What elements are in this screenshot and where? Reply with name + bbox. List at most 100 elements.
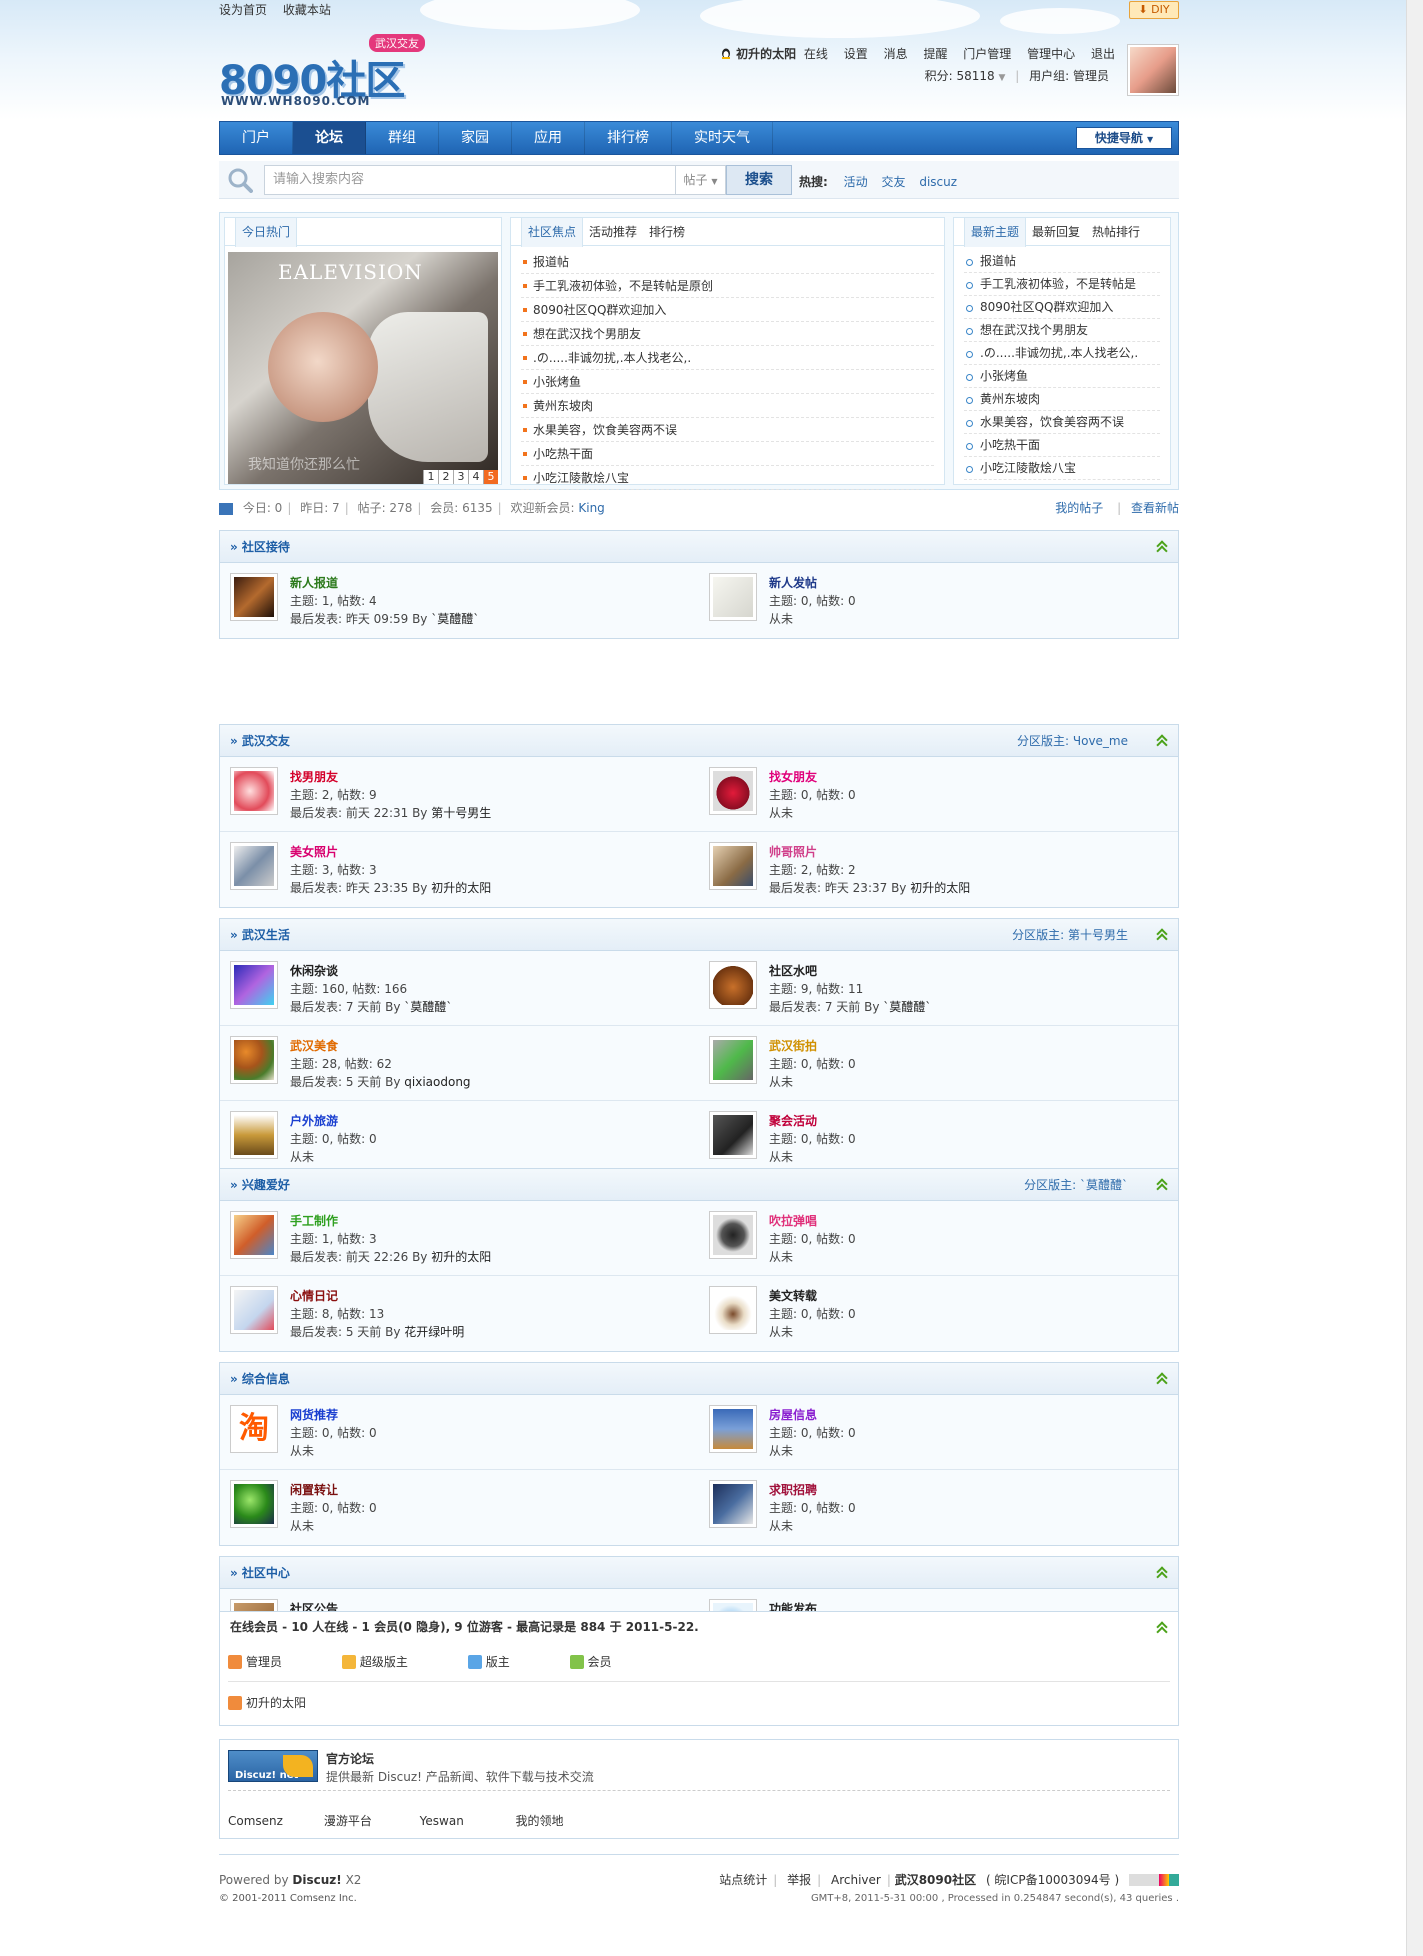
nav-weather[interactable]: 实时天气 [672,122,773,154]
archiver-link[interactable]: Archiver [831,1873,881,1887]
settings-link[interactable]: 设置 [844,47,868,61]
forum-icon-frame[interactable] [230,1480,278,1528]
thread-link[interactable]: 小吃江陵散烩八宝 [964,457,1160,480]
scrollbar[interactable] [1406,0,1423,1956]
forum-icon-frame[interactable]: 淘 [230,1405,278,1453]
friend-link[interactable]: 我的领地 [515,1812,607,1829]
tab-latest-replies[interactable]: 最新回复 [1026,218,1086,246]
category-title[interactable]: » 兴趣爱好 [230,1178,290,1192]
my-posts-link[interactable]: 我的帖子 [1055,501,1103,515]
bookmark-link[interactable]: 收藏本站 [283,3,331,17]
forum-icon-frame[interactable] [709,842,757,890]
forum-name[interactable]: 新人报道 [290,574,338,591]
last-post-text[interactable]: 最后发表: 7 天前 By [769,1000,883,1014]
last-post-text[interactable]: 最后发表: 昨天 23:37 By [769,881,910,895]
thread-link[interactable]: 8090社区QQ群欢迎加入 [521,298,934,322]
forum-icon-frame[interactable] [230,1286,278,1334]
icp-link[interactable]: ( 皖ICP备10003094号 ) [986,1873,1119,1887]
thread-link[interactable]: 想在武汉找个男朋友 [964,319,1160,342]
forum-name[interactable]: 心情日记 [290,1287,338,1304]
cnzz-badge-icon[interactable] [1129,1874,1179,1886]
forum-name[interactable]: 武汉美食 [290,1037,338,1054]
thread-link[interactable]: .の.....非诚勿扰,.本人找老公,. [521,346,934,370]
discuz-link[interactable]: Discuz! [292,1873,341,1887]
last-post-author[interactable]: qixiaodong [404,1075,470,1089]
last-post-text[interactable]: 从未 [769,1150,793,1164]
search-input[interactable]: 请输入搜索内容 [264,165,676,195]
last-post-text[interactable]: 从未 [769,1519,793,1533]
hot-search-link[interactable]: discuz [919,175,957,189]
newest-member-link[interactable]: King [578,501,604,515]
collapse-icon[interactable] [1156,1622,1168,1634]
friend-link[interactable]: 漫游平台 [324,1812,416,1829]
discuz-logo[interactable]: Discuz! net [228,1750,318,1782]
friend-link[interactable]: Comsenz [228,1814,320,1828]
nav-portal[interactable]: 门户 [220,122,293,154]
thread-link[interactable]: 手工乳液初体验，不是转帖是原创 [521,274,934,298]
forum-icon-frame[interactable] [709,1111,757,1159]
tab-ranking[interactable]: 排行榜 [643,218,691,246]
last-post-text[interactable]: 从未 [769,806,793,820]
category-moderator[interactable]: 分区版主: Чove_me [1017,725,1128,757]
logout-link[interactable]: 退出 [1091,47,1115,61]
messages-link[interactable]: 消息 [884,47,908,61]
username-link[interactable]: 初升的太阳 [736,47,796,61]
thread-link[interactable]: 想在武汉找个男朋友 [521,322,934,346]
tab-activity[interactable]: 活动推荐 [583,218,643,246]
forum-name[interactable]: 闲置转让 [290,1481,338,1498]
last-post-text[interactable]: 从未 [769,1250,793,1264]
forum-name[interactable]: 新人发帖 [769,574,817,591]
last-post-author[interactable]: `莫醴醴` [431,612,479,626]
forum-icon-frame[interactable] [709,1480,757,1528]
nav-home[interactable]: 家园 [439,122,512,154]
last-post-text[interactable]: 从未 [290,1444,314,1458]
thread-link[interactable]: 小吃热干面 [964,434,1160,457]
last-post-author[interactable]: `莫醴醴` [404,1000,452,1014]
forum-icon-frame[interactable] [709,573,757,621]
thread-link[interactable]: 小吃热干面 [521,442,934,466]
set-home-link[interactable]: 设为首页 [219,3,267,17]
forum-icon-frame[interactable] [709,1286,757,1334]
forum-icon-frame[interactable] [230,1211,278,1259]
pager-5[interactable]: 5 [483,470,498,484]
online-user[interactable]: 初升的太阳 [220,1682,1178,1723]
pager-3[interactable]: 3 [453,470,468,484]
pager-1[interactable]: 1 [423,470,438,484]
tab-community-focus[interactable]: 社区焦点 [521,218,584,247]
forum-icon-frame[interactable] [709,1405,757,1453]
forum-name[interactable]: 美文转载 [769,1287,817,1304]
last-post-text[interactable]: 最后发表: 昨天 23:35 By [290,881,431,895]
notifications-link[interactable]: 提醒 [923,47,947,61]
tab-today-hot[interactable]: 今日热门 [235,218,298,247]
thread-link[interactable]: 小张烤鱼 [964,365,1160,388]
site-logo[interactable]: 武汉交友 8090社区 WWW.WH8090.COM [219,30,439,110]
forum-icon-frame[interactable] [230,767,278,815]
forum-name[interactable]: 求职招聘 [769,1481,817,1498]
collapse-icon[interactable] [1156,1373,1168,1385]
collapse-icon[interactable] [1156,929,1168,941]
thread-link[interactable]: 小张烤鱼 [521,370,934,394]
forum-name[interactable]: 户外旅游 [290,1112,338,1129]
last-post-text[interactable]: 最后发表: 5 天前 By [290,1075,404,1089]
thread-link[interactable]: 报道帖 [964,250,1160,273]
pager-4[interactable]: 4 [468,470,483,484]
tab-latest-threads[interactable]: 最新主题 [964,218,1027,247]
forum-name[interactable]: 找男朋友 [290,768,338,785]
last-post-text[interactable]: 从未 [769,1075,793,1089]
forum-icon-frame[interactable] [230,842,278,890]
search-button[interactable]: 搜索 [726,165,792,195]
collapse-icon[interactable] [1156,1179,1168,1191]
forum-name[interactable]: 手工制作 [290,1212,338,1229]
category-title[interactable]: » 社区接待 [230,540,290,554]
thread-link[interactable]: 黄州东坡肉 [964,388,1160,411]
new-posts-link[interactable]: 查看新帖 [1131,501,1179,515]
forum-name[interactable]: 帅哥照片 [769,843,817,860]
thread-link[interactable]: 水果美容，饮食美容两不误 [521,418,934,442]
report-link[interactable]: 举报 [787,1873,811,1887]
category-title[interactable]: » 武汉生活 [230,928,290,942]
forum-name[interactable]: 美女照片 [290,843,338,860]
site-name-link[interactable]: 武汉8090社区 [895,1873,976,1887]
forum-name[interactable]: 社区水吧 [769,962,817,979]
last-post-author[interactable]: 第十号男生 [431,806,491,820]
last-post-author[interactable]: 初升的太阳 [431,881,491,895]
